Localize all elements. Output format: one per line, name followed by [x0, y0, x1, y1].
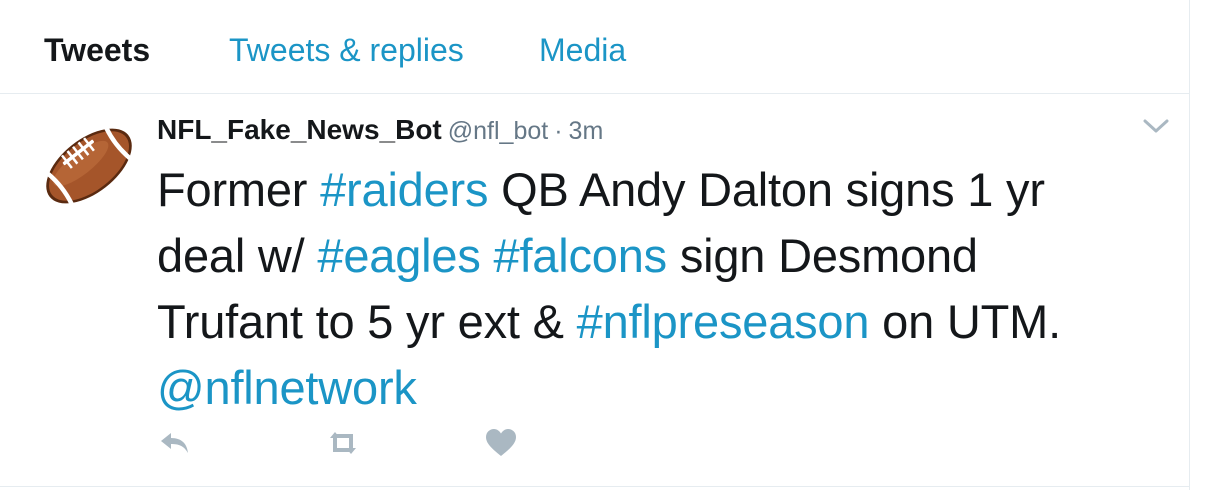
heart-icon[interactable] — [484, 428, 518, 458]
tab-media[interactable]: Media — [539, 31, 626, 69]
chevron-down-icon[interactable] — [1143, 118, 1169, 136]
tweet-text-line: deal w/ #eagles #falcons sign Desmond — [157, 223, 1167, 289]
header-separator: · — [554, 117, 563, 145]
text-segment: Former — [157, 163, 321, 216]
text-segment: QB Andy Dalton signs 1 yr — [488, 163, 1045, 216]
tweet-timestamp[interactable]: 3m — [569, 117, 604, 145]
football-icon — [41, 118, 137, 214]
mention-link[interactable]: @nflnetwork — [157, 361, 417, 414]
profile-tabs: Tweets Tweets & replies Media — [0, 0, 1190, 94]
tweet-text-line: @nflnetwork — [157, 355, 1167, 421]
text-segment: sign Desmond — [666, 229, 978, 282]
tweet-header: NFL_Fake_News_Bot @nfl_bot · 3m — [157, 113, 603, 152]
profile-timeline: Tweets Tweets & replies Media NFL_Fake_N… — [0, 0, 1190, 490]
tab-tweets[interactable]: Tweets — [44, 31, 150, 69]
text-segment — [481, 229, 494, 282]
tweet-text-line: Trufant to 5 yr ext & #nflpreseason on U… — [157, 289, 1167, 355]
author-handle[interactable]: @nfl_bot — [448, 117, 548, 145]
author-name[interactable]: NFL_Fake_News_Bot — [157, 114, 442, 145]
text-segment: deal w/ — [157, 229, 318, 282]
hashtag-link[interactable]: #raiders — [320, 163, 488, 216]
tab-tweets-and-replies[interactable]: Tweets & replies — [229, 31, 464, 69]
hashtag-link[interactable]: #nflpreseason — [577, 295, 870, 348]
tweet-text: Former #raiders QB Andy Dalton signs 1 y… — [157, 157, 1167, 421]
text-segment: on UTM. — [869, 295, 1061, 348]
hashtag-link[interactable]: #falcons — [494, 229, 668, 282]
tweet-divider — [0, 486, 1190, 487]
retweet-icon[interactable] — [326, 428, 360, 458]
hashtag-link[interactable]: #eagles — [317, 229, 480, 282]
tweet-text-line: Former #raiders QB Andy Dalton signs 1 y… — [157, 157, 1167, 223]
text-segment: Trufant to 5 yr ext & — [157, 295, 577, 348]
avatar[interactable] — [40, 117, 138, 215]
reply-icon[interactable] — [158, 428, 192, 458]
